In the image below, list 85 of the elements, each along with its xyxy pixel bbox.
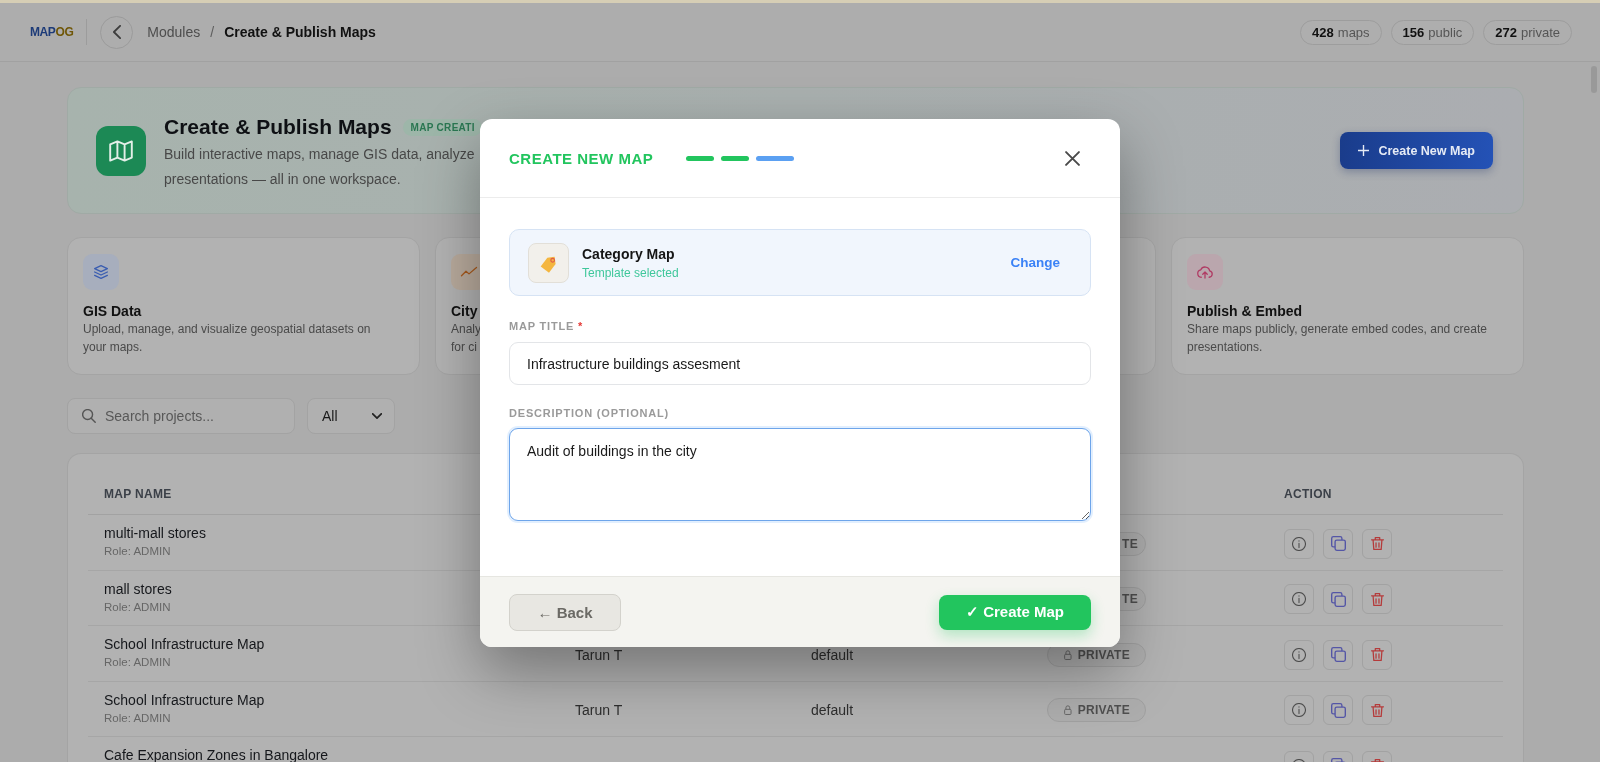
breadcrumb-link[interactable]: Modules	[147, 24, 201, 40]
map-name[interactable]: School Infrastructure Map	[104, 691, 265, 709]
map-icon	[96, 125, 146, 176]
tag-icon	[528, 242, 569, 283]
module-title: GIS Data	[83, 302, 142, 320]
copy-button[interactable]	[1323, 584, 1353, 615]
trash-icon	[1370, 536, 1384, 552]
search-field[interactable]: Search projects...	[67, 398, 295, 434]
status-label: TE	[1122, 592, 1138, 607]
copy-icon	[1330, 647, 1346, 663]
close-button[interactable]	[1065, 150, 1080, 166]
module-title: City	[451, 302, 478, 320]
info-icon	[1292, 536, 1306, 551]
module-card[interactable]: GIS Data Upload, manage, and visualize geospatial datasets on your maps.	[67, 237, 420, 375]
role-label: Role: ADMIN	[104, 655, 171, 669]
dialog-title: CREATE NEW MAP	[509, 149, 654, 167]
map-name[interactable]: Cafe Expansion Zones in Bangalore	[104, 747, 329, 762]
trash-icon	[1370, 702, 1384, 718]
chevron-down-icon	[372, 413, 382, 419]
module-card[interactable]: Publish & Embed Share maps publicly, generate embed codes, and create presentations.	[1171, 237, 1524, 375]
module-description: Upload, manage, and visualize geospatial datasets on your maps.	[83, 321, 371, 356]
column-header: MAP NAME	[104, 487, 172, 501]
field-label: MAP TITLE *	[509, 319, 583, 333]
plus-icon	[1358, 145, 1370, 156]
copy-icon	[1330, 702, 1346, 718]
stat-chip: 272 private	[1483, 19, 1572, 45]
field-label: DESCRIPTION (OPTIONAL)	[509, 406, 669, 420]
table-cell: default	[811, 646, 854, 663]
info-icon	[1292, 703, 1306, 718]
delete-button[interactable]	[1362, 584, 1392, 615]
template-name: Category Map	[582, 244, 675, 263]
map-name[interactable]: School Infrastructure Map	[104, 636, 265, 653]
layers-icon	[83, 254, 119, 290]
map-title-input[interactable]: Infrastructure buildings assesment	[509, 342, 1091, 385]
copy-button[interactable]	[1323, 639, 1353, 670]
copy-icon	[1330, 591, 1346, 607]
breadcrumb-separator: /	[210, 24, 215, 40]
breadcrumb-current: Create & Publish Maps	[224, 24, 376, 40]
delete-button[interactable]	[1362, 528, 1392, 559]
column-header: ACTION	[1284, 487, 1332, 501]
back-step-button[interactable]: ← Back	[509, 593, 621, 631]
status-label: PRIVATE	[1077, 647, 1130, 662]
info-button[interactable]	[1284, 639, 1314, 670]
chevron-left-icon	[112, 25, 121, 39]
copy-icon	[1330, 536, 1346, 552]
template-status: Template selected	[582, 264, 679, 281]
info-button[interactable]	[1284, 584, 1314, 615]
info-icon	[1292, 592, 1306, 607]
copy-button[interactable]	[1323, 695, 1353, 726]
description-textarea[interactable]: Audit of buildings in the city	[509, 428, 1091, 521]
role-label: Role: ADMIN	[104, 710, 171, 725]
lock-icon	[1064, 649, 1072, 660]
table-cell: Tarun T	[575, 702, 623, 719]
create-new-map-button[interactable]: Create New Map	[1340, 132, 1493, 169]
back-button[interactable]	[100, 15, 134, 49]
status-label: PRIVATE	[1077, 703, 1130, 718]
page-title: Create & Publish Maps	[164, 114, 392, 140]
info-button[interactable]	[1284, 528, 1314, 559]
search-icon	[82, 409, 96, 423]
module-description: Analy for ci	[451, 321, 482, 356]
stat-chip: 156 public	[1390, 19, 1475, 45]
stat-chip: 428 maps	[1300, 19, 1382, 45]
cloud-upload-icon	[1187, 254, 1223, 290]
filter-select[interactable]: All	[307, 398, 395, 434]
hero-description: Build interactive maps, manage GIS data, analyze presentations — all in one workspace.	[164, 145, 475, 189]
delete-button[interactable]	[1362, 695, 1392, 726]
status-label: TE	[1122, 536, 1138, 551]
copy-button[interactable]	[1323, 528, 1353, 559]
table-cell: Tarun T	[575, 646, 623, 663]
table-cell: default	[811, 702, 854, 719]
delete-button[interactable]	[1362, 639, 1392, 670]
info-icon	[1292, 647, 1306, 662]
map-name[interactable]: multi-mall stores	[104, 525, 206, 542]
lock-icon	[1064, 705, 1072, 716]
module-title: Publish & Embed	[1187, 302, 1303, 320]
category-tag: MAP CREATI	[402, 118, 482, 136]
app-logo[interactable]: MAPOG	[30, 25, 74, 39]
close-icon	[1065, 150, 1080, 166]
map-name[interactable]: mall stores	[104, 580, 172, 598]
trash-icon	[1370, 647, 1384, 663]
role-label: Role: ADMIN	[104, 544, 171, 558]
info-button[interactable]	[1284, 695, 1314, 726]
module-description: Share maps publicly, generate embed codes, and create presentations.	[1187, 321, 1487, 356]
role-label: Role: ADMIN	[104, 599, 171, 614]
trash-icon	[1370, 591, 1384, 607]
